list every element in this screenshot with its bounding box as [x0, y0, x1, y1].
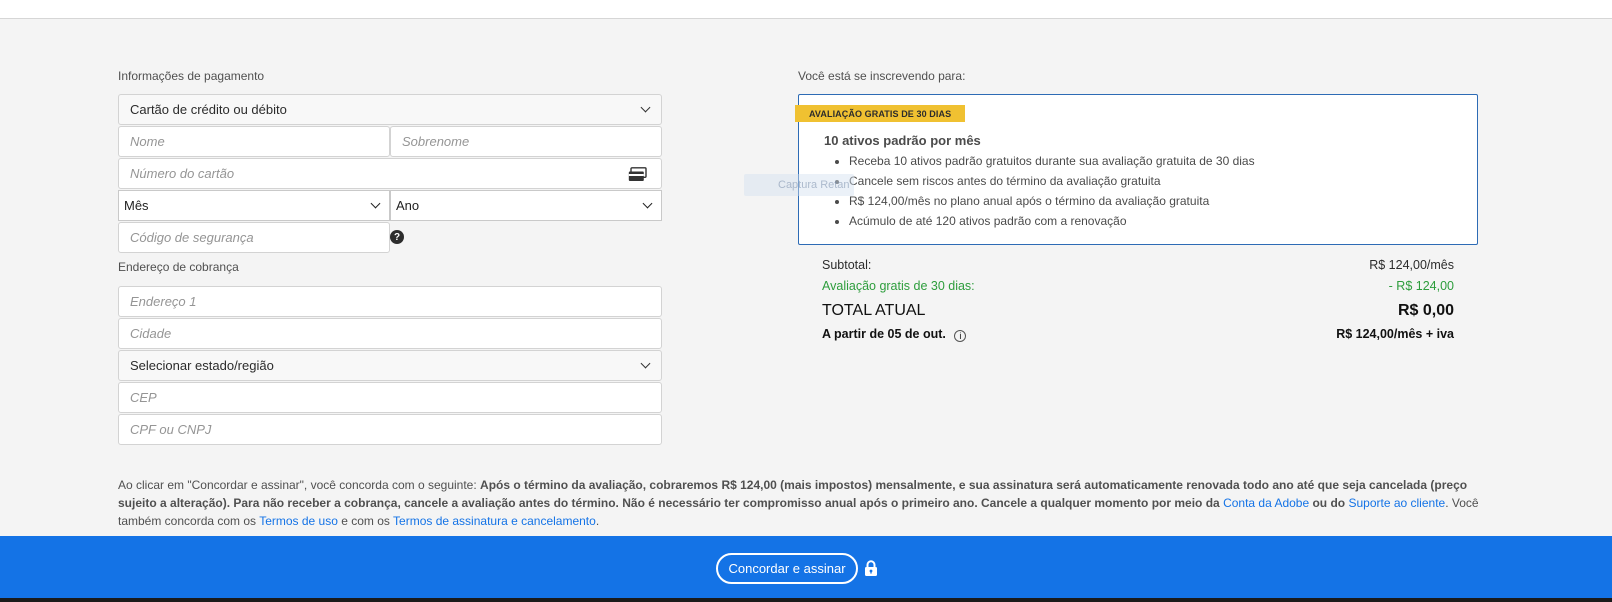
top-bar [0, 0, 1612, 19]
tax-id-input[interactable]: CPF ou CNPJ [118, 414, 662, 445]
customer-support-link[interactable]: Suporte ao cliente [1348, 496, 1445, 510]
feature-item: Receba 10 ativos padrão gratuitos durant… [849, 153, 1255, 173]
legal-and-text: e com os [337, 514, 394, 528]
checkout-footer: Concordar e assinar [0, 536, 1612, 598]
feature-list: Receba 10 ativos padrão gratuitos durant… [849, 153, 1255, 233]
total-label: TOTAL ATUAL [822, 302, 926, 319]
feature-item: R$ 124,00/mês no plano anual após o térm… [849, 193, 1255, 213]
zip-input[interactable]: CEP [118, 382, 662, 413]
legal-period: . [595, 514, 600, 528]
screen-bottom-edge [0, 598, 1612, 602]
trial-discount-value: - R$ 124,00 [1388, 279, 1454, 293]
total-row: TOTAL ATUAL R$ 0,00 [822, 302, 1454, 320]
payment-method-select[interactable]: Cartão de crédito ou débito [118, 94, 662, 125]
total-value: R$ 0,00 [1397, 302, 1454, 319]
year-select-value: Ano [396, 198, 420, 213]
security-code-input[interactable]: Código de segurança [118, 222, 390, 253]
trial-badge: AVALIAÇÃO GRATIS DE 30 DIAS [795, 105, 966, 122]
city-placeholder: Cidade [130, 326, 172, 341]
state-select-value: Selecionar estado/região [130, 358, 274, 373]
month-select-value: Mês [124, 198, 149, 213]
credit-card-icon [628, 167, 647, 181]
zip-placeholder: CEP [130, 390, 157, 405]
card-number-placeholder: Número do cartão [130, 166, 235, 181]
feature-item: Cancele sem riscos antes do término da a… [849, 173, 1255, 193]
agree-and-subscribe-button[interactable]: Concordar e assinar [716, 553, 858, 584]
tax-id-placeholder: CPF ou CNPJ [130, 422, 212, 437]
billing-section-label: Endereço de cobrança [118, 260, 239, 274]
chevron-down-icon [640, 358, 651, 369]
first-name-placeholder: Nome [130, 134, 165, 149]
last-name-placeholder: Sobrenome [402, 134, 470, 149]
address-input[interactable]: Endereço 1 [118, 286, 662, 317]
help-icon[interactable]: ? [390, 230, 404, 244]
chevron-down-icon [370, 198, 381, 209]
adobe-account-link[interactable]: Conta da Adobe [1223, 496, 1309, 510]
first-name-input[interactable]: Nome [118, 126, 390, 157]
payment-method-value: Cartão de crédito ou débito [130, 102, 287, 117]
ghost-tooltip: Captura Retan [744, 174, 854, 196]
trial-discount-row: Avaliação gratis de 30 dias: - R$ 124,00 [822, 279, 1454, 293]
plan-title: 10 ativos padrão por mês [824, 133, 981, 148]
subtotal-value: R$ 124,00/mês [1369, 258, 1454, 272]
trial-discount-label: Avaliação gratis de 30 dias: [822, 279, 975, 293]
legal-terms: Ao clicar em "Concordar e assinar", você… [118, 476, 1488, 530]
subtotal-label: Subtotal: [822, 258, 872, 272]
feature-item: Acúmulo de até 120 ativos padrão com a r… [849, 213, 1255, 233]
month-select[interactable]: Mês [118, 190, 390, 221]
terms-of-use-link[interactable]: Termos de uso [259, 514, 338, 528]
renewal-row: A partir de 05 de out. i R$ 124,00/mês +… [822, 327, 1454, 342]
payment-section-label: Informações de pagamento [118, 69, 265, 83]
subtotal-row: Subtotal: R$ 124,00/mês [822, 258, 1454, 272]
renewal-value: R$ 124,00/mês + iva [1336, 327, 1454, 341]
year-select[interactable]: Ano [390, 190, 662, 221]
last-name-input[interactable]: Sobrenome [390, 126, 662, 157]
subscription-terms-link[interactable]: Termos de assinatura e cancelamento [393, 514, 596, 528]
info-icon[interactable]: i [954, 330, 967, 342]
card-number-input[interactable]: Número do cartão [118, 158, 662, 189]
renewal-label: A partir de 05 de out. [822, 327, 946, 341]
subscription-section-label: Você está se inscrevendo para: [798, 69, 966, 83]
legal-intro: Ao clicar em "Concordar e assinar", você… [118, 478, 481, 492]
lock-icon [865, 560, 877, 576]
offer-card: AVALIAÇÃO GRATIS DE 30 DIAS 10 ativos pa… [795, 94, 1478, 245]
chevron-down-icon [640, 102, 651, 113]
legal-or-text: ou do [1309, 496, 1349, 510]
address-placeholder: Endereço 1 [130, 294, 197, 309]
state-select[interactable]: Selecionar estado/região [118, 350, 662, 381]
security-code-placeholder: Código de segurança [130, 230, 254, 245]
chevron-down-icon [642, 198, 653, 209]
city-input[interactable]: Cidade [118, 318, 662, 349]
